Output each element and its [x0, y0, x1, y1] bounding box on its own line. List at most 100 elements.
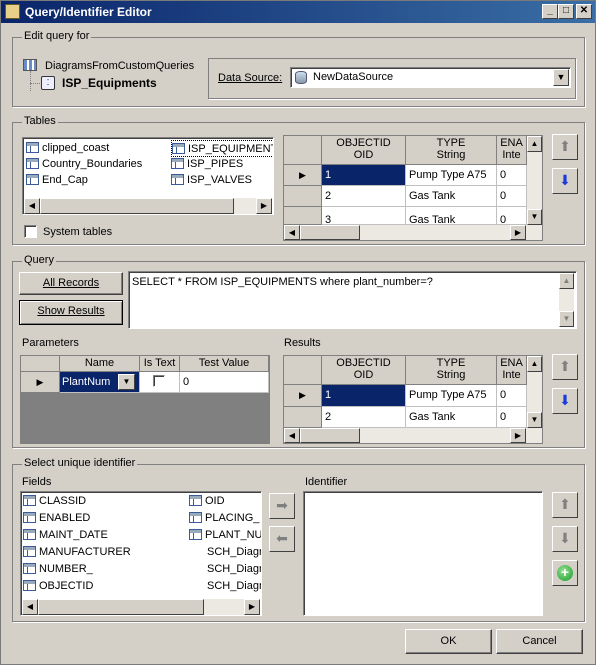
list-item-selected[interactable]: ISP_EQUIPMENT [171, 140, 273, 157]
scroll-thumb[interactable] [38, 599, 204, 615]
scroll-up-icon[interactable]: ▲ [527, 136, 542, 152]
results-grid[interactable]: OBJECTID OID TYPE String ENA Inte ▶ 1 Pump … [283, 355, 543, 444]
vertical-scrollbar[interactable]: ▲ ▼ [527, 356, 542, 428]
column-header[interactable]: OBJECTID OID [322, 136, 406, 165]
list-item[interactable]: MAINT_DATE [23, 527, 108, 544]
fields-list[interactable]: CLASSID ENABLED MAINT_DATE MANUFACTURER … [20, 491, 262, 616]
scroll-thumb[interactable] [300, 428, 360, 443]
grid-cell[interactable]: 2 [322, 407, 406, 428]
list-item[interactable]: OID [189, 493, 225, 510]
data-source-select[interactable]: NewDataSource ▼ [290, 67, 571, 88]
tables-list[interactable]: clipped_coast Country_Boundaries End_Cap… [22, 137, 274, 215]
scroll-up-icon[interactable]: ▲ [527, 356, 542, 372]
list-item[interactable]: End_Cap [26, 172, 88, 189]
is-text-checkbox[interactable] [153, 375, 165, 387]
maximize-button[interactable]: □ [558, 4, 574, 19]
test-value-cell[interactable]: 0 [180, 372, 269, 393]
column-header[interactable]: TYPE String [406, 136, 497, 165]
parameters-grid[interactable]: Name Is Text Test Value ▶ PlantNum ▼ 0 [20, 355, 270, 444]
grid-cell[interactable]: Gas Tank [406, 407, 497, 428]
grid-cell[interactable]: 1 [322, 165, 406, 186]
current-row-indicator-icon[interactable]: ▶ [284, 385, 322, 407]
add-new-identifier-button[interactable]: + [552, 560, 578, 586]
scroll-right-icon[interactable]: ▶ [256, 198, 272, 214]
column-header[interactable]: Is Text [140, 356, 180, 372]
column-header[interactable]: ENA Inte [497, 136, 527, 165]
grid-cell[interactable]: 3 [322, 207, 406, 225]
scroll-left-icon[interactable]: ◀ [284, 428, 300, 443]
results-move-up-button[interactable]: ⬆ [552, 354, 578, 380]
remove-identifier-button[interactable]: ⬅ [269, 526, 295, 552]
scroll-left-icon[interactable]: ◀ [284, 225, 300, 240]
list-item[interactable]: SCH_Diagr [207, 578, 261, 595]
grid-cell[interactable]: Pump Type A75 [406, 385, 497, 407]
all-records-button[interactable]: All Records [19, 272, 123, 295]
list-item[interactable]: ENABLED [23, 510, 90, 527]
current-row-indicator-icon[interactable]: ▶ [284, 165, 322, 186]
column-header[interactable]: Name [60, 356, 140, 372]
show-results-button[interactable]: Show Results [19, 300, 123, 325]
list-item[interactable]: NUMBER_ [23, 561, 93, 578]
column-header[interactable]: Test Value [180, 356, 269, 372]
list-item[interactable]: PLANT_NU [189, 527, 261, 544]
grid-cell[interactable]: 1 [322, 385, 406, 407]
list-item[interactable]: clipped_coast [26, 140, 109, 157]
tree-child-label[interactable]: ISP_Equipments [62, 76, 157, 90]
list-item[interactable]: Country_Boundaries [26, 156, 142, 173]
scroll-left-icon[interactable]: ◀ [22, 599, 38, 615]
grid-cell[interactable]: Pump Type A75 [406, 165, 497, 186]
list-item[interactable]: ISP_PIPES [171, 156, 243, 173]
close-button[interactable]: ✕ [576, 4, 592, 19]
move-up-button[interactable]: ⬆ [552, 134, 578, 160]
horizontal-scrollbar[interactable]: ◀ ▶ [284, 428, 542, 443]
sql-query-textarea[interactable]: SELECT * FROM ISP_EQUIPMENTS where plant… [128, 271, 577, 329]
list-item[interactable]: PLACING_ [189, 510, 259, 527]
scroll-down-icon[interactable]: ▼ [527, 209, 542, 225]
scroll-up-icon[interactable]: ▲ [559, 273, 574, 289]
tree-parent-label[interactable]: DiagramsFromCustomQueries [45, 60, 194, 72]
scroll-thumb[interactable] [40, 198, 234, 214]
identifier-move-up-button[interactable]: ⬆ [552, 492, 578, 518]
move-down-button[interactable]: ⬇ [552, 168, 578, 194]
chevron-down-icon[interactable]: ▼ [553, 69, 569, 86]
list-item[interactable]: OBJECTID [23, 578, 93, 595]
grid-cell[interactable]: 2 [322, 186, 406, 207]
grid-cell[interactable]: 0 [497, 165, 527, 186]
title-bar[interactable]: Query/Identifier Editor _ □ ✕ [1, 1, 595, 23]
column-header[interactable]: OBJECTID OID [322, 356, 406, 385]
row-header[interactable] [284, 186, 322, 207]
list-item[interactable]: SCH_Diagr [207, 561, 261, 578]
list-item[interactable]: MANUFACTURER [23, 544, 131, 561]
horizontal-scrollbar[interactable]: ◀ ▶ [284, 225, 542, 240]
vertical-scrollbar[interactable]: ▲ ▼ [527, 136, 542, 225]
identifier-move-down-button[interactable]: ⬇ [552, 526, 578, 552]
list-item[interactable]: SCH_Diagr [207, 544, 261, 561]
list-item[interactable]: ISP_VALVES [171, 172, 252, 189]
column-header[interactable]: TYPE String [406, 356, 497, 385]
grid-cell[interactable]: Gas Tank [406, 186, 497, 207]
horizontal-scrollbar[interactable]: ◀ ▶ [22, 599, 260, 615]
column-header[interactable]: ENA Inte [497, 356, 527, 385]
identifier-list[interactable] [303, 491, 543, 616]
grid-cell[interactable]: 0 [497, 407, 527, 428]
cancel-button[interactable]: Cancel [496, 629, 583, 654]
ok-button[interactable]: OK [405, 629, 492, 654]
scroll-right-icon[interactable]: ▶ [510, 428, 526, 443]
add-identifier-button[interactable]: ➡ [269, 493, 295, 519]
current-row-indicator-icon[interactable]: ▶ [21, 372, 60, 393]
list-item[interactable]: CLASSID [23, 493, 86, 510]
row-header[interactable] [284, 407, 322, 428]
horizontal-scrollbar[interactable]: ◀ ▶ [24, 198, 272, 214]
grid-cell[interactable]: 0 [497, 385, 527, 407]
scroll-right-icon[interactable]: ▶ [510, 225, 526, 240]
scroll-down-icon[interactable]: ▼ [559, 311, 574, 327]
grid-cell[interactable]: 0 [497, 186, 527, 207]
row-header[interactable] [284, 207, 322, 225]
chevron-down-icon[interactable]: ▼ [118, 374, 135, 390]
results-move-down-button[interactable]: ⬇ [552, 388, 578, 414]
system-tables-checkbox[interactable] [24, 225, 37, 238]
minimize-button[interactable]: _ [542, 4, 558, 19]
vertical-scrollbar[interactable]: ▲ ▼ [559, 273, 574, 327]
scroll-left-icon[interactable]: ◀ [24, 198, 40, 214]
grid-cell[interactable]: 0 [497, 207, 527, 225]
